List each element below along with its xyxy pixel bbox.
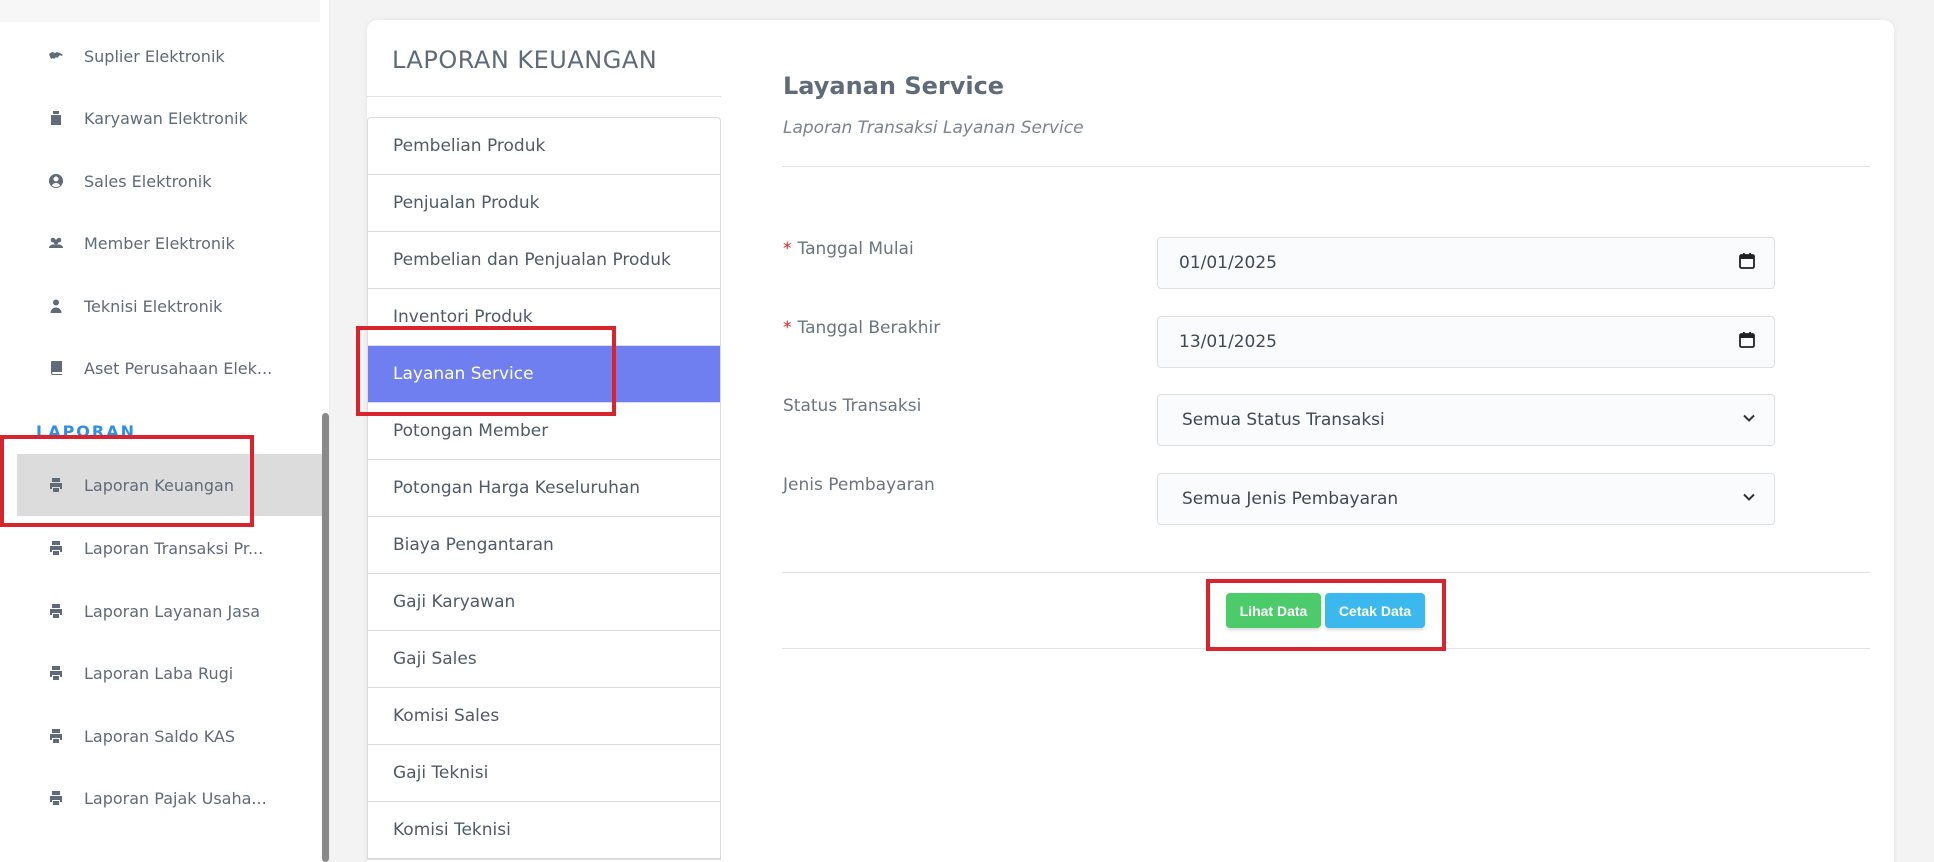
sidebar-item-label: Aset Perusahaan Elek... (84, 358, 273, 378)
status-select[interactable]: Semua Status Transaksi (1157, 394, 1775, 446)
report-menu-title: LAPORAN KEUANGAN (392, 46, 658, 74)
sidebar-item-aset[interactable]: Aset Perusahaan Elek... (0, 337, 322, 399)
menu-item-potongan-member[interactable]: Potongan Member (368, 403, 720, 460)
menu-item-layanan-service[interactable]: Layanan Service (368, 346, 720, 403)
start-date-label-text: Tanggal Mulai (797, 239, 914, 259)
payment-label: Jenis Pembayaran (783, 475, 935, 495)
divider (367, 96, 721, 97)
sidebar-section-laporan: LAPORAN (36, 422, 136, 441)
sidebar-scrollbar[interactable] (322, 413, 329, 862)
sidebar-item-laporan-laba-rugi[interactable]: Laporan Laba Rugi (0, 642, 322, 704)
sidebar-item-laporan-layanan-jasa[interactable]: Laporan Layanan Jasa (0, 580, 322, 642)
divider (782, 648, 1870, 649)
sidebar-item-label: Suplier Elektronik (84, 46, 225, 66)
sidebar-item-laporan-pajak[interactable]: Laporan Pajak Usaha... (0, 767, 322, 829)
book-icon (46, 358, 66, 378)
payment-select[interactable]: Semua Jenis Pembayaran (1157, 473, 1775, 525)
sidebar-item-laporan-keuangan[interactable]: Laporan Keuangan (17, 454, 322, 516)
menu-item-pembelian-produk[interactable]: Pembelian Produk (368, 118, 720, 175)
menu-item-gaji-teknisi[interactable]: Gaji Teknisi (368, 745, 720, 802)
end-date-label: * Tanggal Berakhir (783, 318, 940, 338)
sidebar-item-label: Laporan Keuangan (84, 475, 234, 495)
sidebar: Suplier Elektronik Karyawan Elektronik S… (0, 0, 330, 862)
end-date-value: 13/01/2025 (1179, 332, 1277, 352)
end-date-input[interactable]: 13/01/2025 (1157, 316, 1775, 368)
menu-item-penjualan-produk[interactable]: Penjualan Produk (368, 175, 720, 232)
form-title: Layanan Service (783, 72, 1005, 100)
printer-icon (46, 663, 66, 683)
menu-item-potongan-harga[interactable]: Potongan Harga Keseluruhan (368, 460, 720, 517)
menu-item-gaji-sales[interactable]: Gaji Sales (368, 631, 720, 688)
sidebar-item-label: Laporan Pajak Usaha... (84, 788, 267, 808)
chevron-down-icon (1742, 489, 1756, 509)
payment-value: Semua Jenis Pembayaran (1182, 489, 1399, 509)
sidebar-item-teknisi[interactable]: Teknisi Elektronik (0, 275, 322, 337)
sidebar-item-label: Karyawan Elektronik (84, 108, 248, 128)
sidebar-item-label: Teknisi Elektronik (84, 296, 223, 316)
printer-icon (46, 788, 66, 808)
form-subtitle: Laporan Transaksi Layanan Service (783, 118, 1084, 138)
menu-item-komisi-sales[interactable]: Komisi Sales (368, 688, 720, 745)
sidebar-item-karyawan[interactable]: Karyawan Elektronik (0, 87, 322, 149)
divider (782, 166, 1870, 167)
printer-icon (46, 601, 66, 621)
printer-icon (46, 538, 66, 558)
end-date-label-text: Tanggal Berakhir (797, 318, 941, 338)
sidebar-item-suplier[interactable]: Suplier Elektronik (0, 25, 322, 87)
sidebar-item-label: Sales Elektronik (84, 171, 212, 191)
sidebar-item-laporan-saldo-kas[interactable]: Laporan Saldo KAS (0, 705, 322, 767)
printer-icon (46, 726, 66, 746)
menu-item-pembelian-penjualan[interactable]: Pembelian dan Penjualan Produk (368, 232, 720, 289)
sidebar-item-laporan-transaksi[interactable]: Laporan Transaksi Pr... (0, 517, 322, 579)
sidebar-item-member[interactable]: Member Elektronik (0, 212, 322, 274)
menu-item-inventori-produk[interactable]: Inventori Produk (368, 289, 720, 346)
sidebar-item-label: Member Elektronik (84, 233, 235, 253)
id-badge-icon (46, 108, 66, 128)
sidebar-item-partial[interactable] (0, 0, 320, 22)
handshake-icon (46, 46, 66, 66)
sidebar-item-label: Laporan Layanan Jasa (84, 601, 261, 621)
required-mark: * (783, 239, 792, 259)
calendar-icon[interactable] (1738, 252, 1756, 275)
user-circle-icon (46, 171, 66, 191)
sidebar-item-label: Laporan Transaksi Pr... (84, 538, 264, 558)
status-value: Semua Status Transaksi (1182, 410, 1385, 430)
users-icon (46, 233, 66, 253)
menu-item-komisi-teknisi[interactable]: Komisi Teknisi (368, 802, 720, 859)
start-date-label: * Tanggal Mulai (783, 239, 914, 259)
user-icon (46, 296, 66, 316)
view-data-button[interactable]: Lihat Data (1226, 593, 1321, 628)
menu-item-gaji-karyawan[interactable]: Gaji Karyawan (368, 574, 720, 631)
status-label: Status Transaksi (783, 396, 922, 416)
print-data-button[interactable]: Cetak Data (1325, 593, 1425, 628)
calendar-icon[interactable] (1738, 331, 1756, 354)
sidebar-item-label: Laporan Laba Rugi (84, 663, 234, 683)
report-menu: Pembelian Produk Penjualan Produk Pembel… (367, 117, 721, 860)
menu-item-biaya-pengantaran[interactable]: Biaya Pengantaran (368, 517, 720, 574)
chevron-down-icon (1742, 410, 1756, 430)
printer-icon (46, 475, 66, 495)
sidebar-item-sales[interactable]: Sales Elektronik (0, 150, 322, 212)
required-mark: * (783, 318, 792, 338)
start-date-value: 01/01/2025 (1179, 253, 1277, 273)
start-date-input[interactable]: 01/01/2025 (1157, 237, 1775, 289)
sidebar-item-label: Laporan Saldo KAS (84, 726, 236, 746)
divider (782, 572, 1870, 573)
